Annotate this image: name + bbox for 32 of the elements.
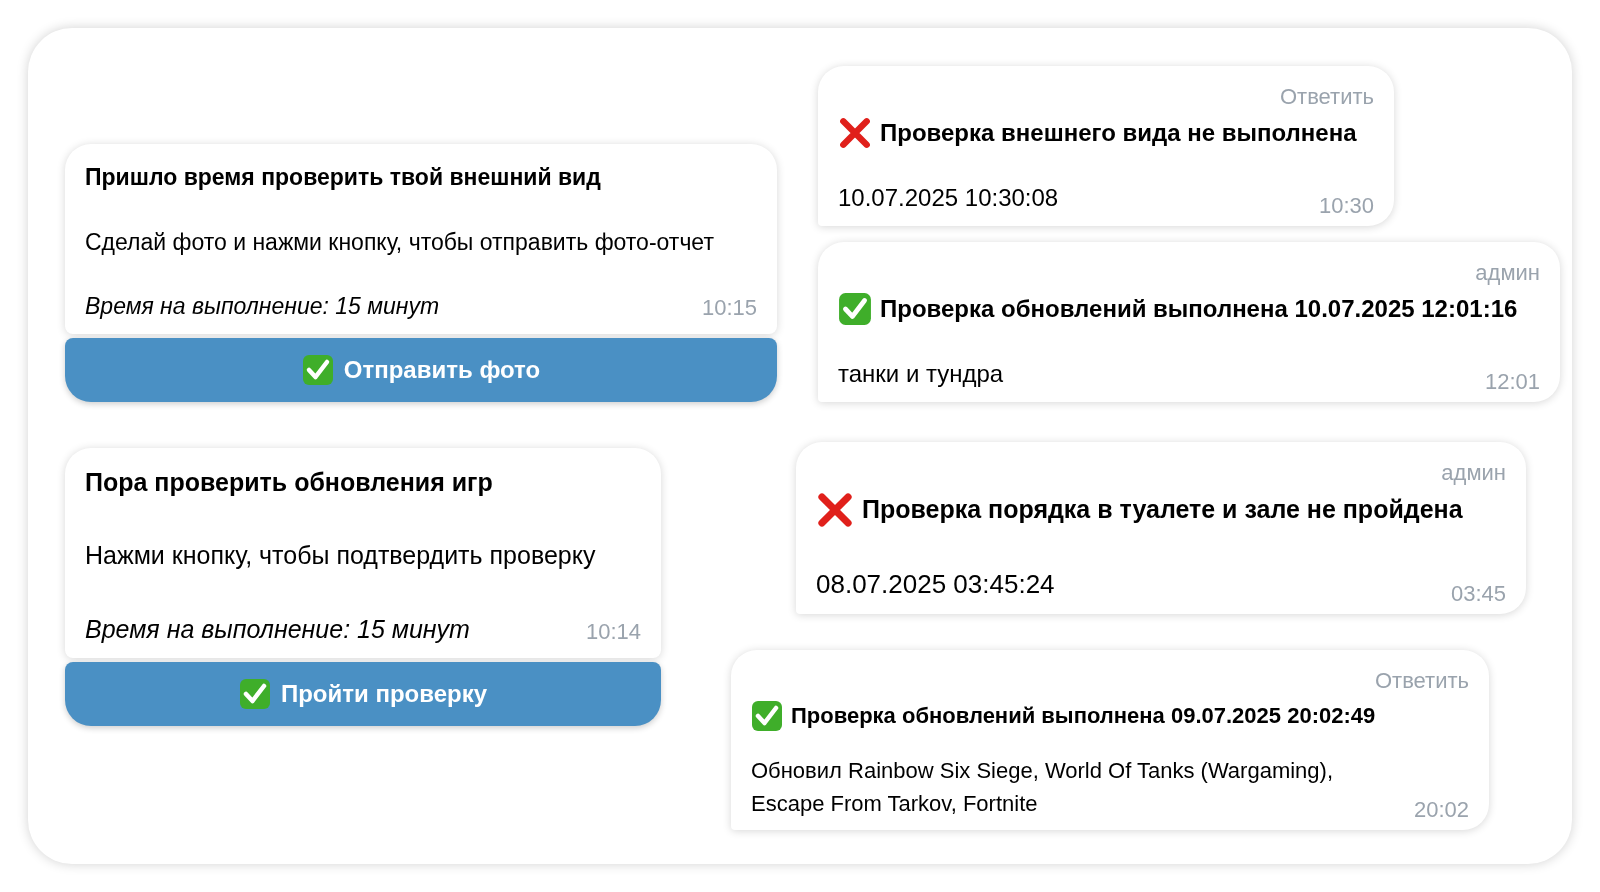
check-mark-icon: [301, 353, 334, 386]
message-text: Сделай фото и нажми кнопку, чтобы отправить фото-отчет: [85, 227, 715, 257]
message-time: 03:45: [1450, 580, 1506, 608]
message-time: 20:02: [1413, 796, 1469, 824]
check-mark-icon: [838, 292, 872, 326]
check-mark-icon: [751, 699, 783, 732]
message-text: Нажми кнопку, чтобы подтвердить проверку: [85, 540, 597, 571]
message-title: Пора проверить обновления игр: [85, 466, 494, 498]
deadline-text: Время на выполнение: 15 минут: [85, 292, 440, 321]
message-text: Обновил Rainbow Six Siege, World Of Tanks (Wargaming), Escape From Tarkov, Fortnite: [751, 757, 1335, 818]
message-time: 12:01: [1484, 368, 1540, 396]
message-text: 08.07.2025 03:45:24: [816, 568, 1055, 601]
message-text: 10.07.2025 10:30:08: [838, 183, 1059, 213]
message-title: Пришло время проверить твой внешний вид: [85, 163, 602, 192]
sender-label: Ответить: [1279, 83, 1374, 111]
inline-button[interactable]: Пройти проверку: [65, 662, 661, 726]
cross-mark-icon: [816, 491, 854, 529]
report-title: Проверка порядка в туалете и зале не пройдена: [862, 494, 1463, 526]
report-title: Проверка внешнего вида не выполнена: [880, 118, 1357, 148]
message-time: 10:14: [585, 618, 641, 646]
message-text: танки и тундра: [838, 359, 1004, 389]
sender-label: Ответить: [1374, 667, 1469, 695]
cross-mark-icon: [838, 116, 872, 150]
message-time: 10:15: [701, 293, 757, 322]
report-title: Проверка обновлений выполнена 09.07.2025 20:02:49: [791, 702, 1376, 730]
check-mark-icon: [238, 678, 271, 710]
deadline-text: Время на выполнение: 15 минут: [85, 613, 470, 645]
sender-label: админ: [1475, 259, 1540, 287]
message-time: 10:30: [1318, 192, 1374, 220]
report-title: Проверка обновлений выполнена 10.07.2025 12:01:16: [880, 294, 1518, 324]
inline-button[interactable]: Отправить фото: [65, 337, 777, 402]
sender-label: админ: [1441, 459, 1506, 487]
